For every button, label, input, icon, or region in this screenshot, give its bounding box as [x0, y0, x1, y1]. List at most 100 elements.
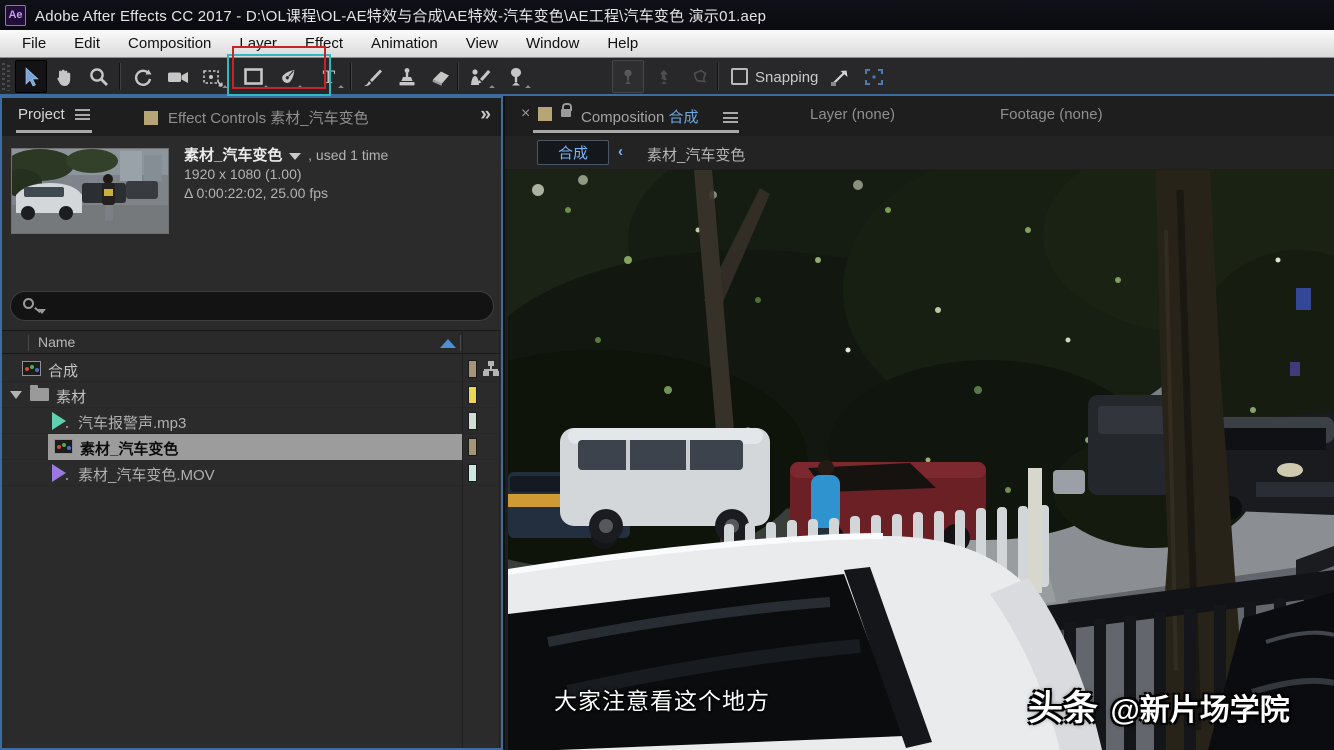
toolbar-separator	[718, 63, 719, 90]
panel-menu-icon[interactable]	[723, 112, 738, 123]
composition-viewport[interactable]: 大家注意看这个地方 头条 @新片场学院	[508, 170, 1334, 750]
composition-icon	[54, 439, 73, 454]
type-tool[interactable]: T	[313, 60, 345, 93]
puppet-starch-pin-tool-disabled	[648, 60, 680, 93]
camera-tool[interactable]	[162, 60, 194, 93]
expander-triangle-icon[interactable]	[10, 391, 22, 399]
composition-tab-strip: × Composition 合成 Layer (none) Footage (n…	[505, 96, 1334, 136]
menu-layer[interactable]: Layer	[225, 30, 291, 57]
type-icon: T	[318, 66, 340, 88]
icon-dot	[66, 478, 68, 480]
magnifier-icon	[88, 66, 110, 88]
table-row[interactable]: 汽车报警声.mp3	[2, 408, 501, 434]
rotation-icon	[132, 66, 154, 88]
table-row[interactable]: 素材	[2, 382, 501, 408]
selection-tool[interactable]	[15, 60, 47, 93]
panel-color-swatch-icon	[538, 107, 552, 121]
search-icon	[23, 298, 34, 309]
project-tab-strip: Project Effect Controls 素材_汽车变色 »	[2, 98, 501, 136]
row-label: 素材_汽车变色	[80, 438, 178, 459]
close-tab-icon[interactable]: ×	[521, 105, 530, 123]
window-title: Adobe After Effects CC 2017 - D:\OL课程\OL…	[35, 5, 766, 26]
tab-effect-controls-label: Effect Controls 素材_汽车变色	[168, 107, 369, 128]
flyout-triangle	[525, 85, 531, 91]
tab-composition-label: Composition	[581, 109, 664, 126]
breadcrumb-item-label[interactable]: 素材_汽车变色	[647, 144, 745, 165]
panel-color-swatch-icon	[144, 111, 158, 125]
table-row-selected[interactable]: 素材_汽车变色	[2, 434, 501, 460]
search-input[interactable]	[10, 291, 494, 321]
label-color-chip[interactable]	[468, 438, 477, 456]
project-panel: Project Effect Controls 素材_汽车变色 »	[0, 96, 503, 750]
menu-help[interactable]: Help	[593, 30, 652, 57]
row-label: 素材_汽车变色.MOV	[78, 464, 215, 485]
rectangle-tool[interactable]	[238, 60, 270, 93]
toolbar-grip[interactable]	[2, 63, 11, 91]
flyout-triangle	[263, 85, 269, 91]
roto-brush-tool[interactable]	[464, 60, 496, 93]
breadcrumb-chevron-icon: ‹	[618, 143, 623, 160]
folder-icon	[30, 388, 49, 401]
row-label: 素材	[56, 386, 86, 407]
table-row[interactable]: 素材_汽车变色.MOV	[2, 460, 501, 486]
hand-tool[interactable]	[49, 60, 81, 93]
footage-name[interactable]: 素材_汽车变色	[184, 147, 282, 164]
active-tab-underline	[533, 130, 739, 133]
tab-project[interactable]: Project	[18, 106, 90, 123]
label-color-chip[interactable]	[468, 386, 477, 404]
column-divider	[460, 335, 461, 351]
menu-view[interactable]: View	[452, 30, 512, 57]
tab-layer[interactable]: Layer (none)	[810, 106, 895, 123]
flowchart-icon[interactable]	[483, 361, 499, 377]
lock-icon[interactable]	[561, 109, 571, 117]
watermark-handle-text: @新片场学院	[1110, 694, 1289, 727]
footage-usage: , used 1 time	[308, 147, 388, 163]
menu-window[interactable]: Window	[512, 30, 593, 57]
menu-animation[interactable]: Animation	[357, 30, 452, 57]
footage-dimensions: 1920 x 1080 (1.00)	[184, 165, 388, 184]
tab-overflow-icon[interactable]: »	[480, 104, 491, 126]
tab-effect-controls[interactable]: Effect Controls 素材_汽车变色	[144, 107, 369, 128]
tools-panel: T	[0, 58, 1334, 96]
menu-edit[interactable]: Edit	[60, 30, 114, 57]
dropdown-triangle-icon[interactable]	[289, 153, 301, 160]
eraser-tool[interactable]	[425, 60, 457, 93]
panel-menu-icon[interactable]	[75, 109, 90, 120]
rotation-tool[interactable]	[127, 60, 159, 93]
label-color-chip[interactable]	[468, 360, 477, 378]
menu-effect[interactable]: Effect	[291, 30, 357, 57]
column-divider	[28, 335, 29, 351]
zoom-tool[interactable]	[83, 60, 115, 93]
puppet-pin-tool[interactable]	[500, 60, 532, 93]
tab-footage[interactable]: Footage (none)	[1000, 106, 1103, 123]
puppet-overlap-pin-tool-disabled	[684, 60, 716, 93]
clone-stamp-tool[interactable]	[391, 60, 423, 93]
snap-bounds-option[interactable]	[858, 60, 890, 93]
pan-behind-icon	[201, 66, 225, 88]
tab-composition[interactable]: Composition 合成	[581, 106, 699, 127]
corner-brackets-icon	[862, 66, 886, 88]
snapping-checkbox[interactable]	[731, 68, 748, 85]
label-color-chip[interactable]	[468, 412, 477, 430]
puppet-position-pin-tool-disabled	[612, 60, 644, 93]
snapping-label[interactable]: Snapping	[755, 69, 818, 86]
pan-behind-tool[interactable]	[197, 60, 229, 93]
breadcrumb-comp-button[interactable]: 合成	[537, 140, 609, 165]
menu-bar: File Edit Composition Layer Effect Anima…	[0, 30, 1334, 58]
row-label: 汽车报警声.mp3	[78, 412, 186, 433]
search-options-triangle-icon[interactable]	[38, 309, 46, 314]
pen-tool[interactable]	[272, 60, 304, 93]
brush-icon	[361, 66, 385, 88]
toolbar-separator	[458, 63, 459, 90]
menu-file[interactable]: File	[8, 30, 60, 57]
name-column-label[interactable]: Name	[38, 334, 75, 350]
pin-icon	[690, 67, 710, 87]
brush-tool[interactable]	[357, 60, 389, 93]
label-color-chip[interactable]	[468, 464, 477, 482]
menu-composition[interactable]: Composition	[114, 30, 225, 57]
sort-ascending-icon[interactable]	[440, 339, 456, 348]
list-column-header[interactable]: Name	[2, 330, 501, 354]
pin-icon	[654, 67, 674, 87]
table-row[interactable]: 合成	[2, 356, 501, 382]
snap-cursor-option[interactable]	[824, 60, 856, 93]
